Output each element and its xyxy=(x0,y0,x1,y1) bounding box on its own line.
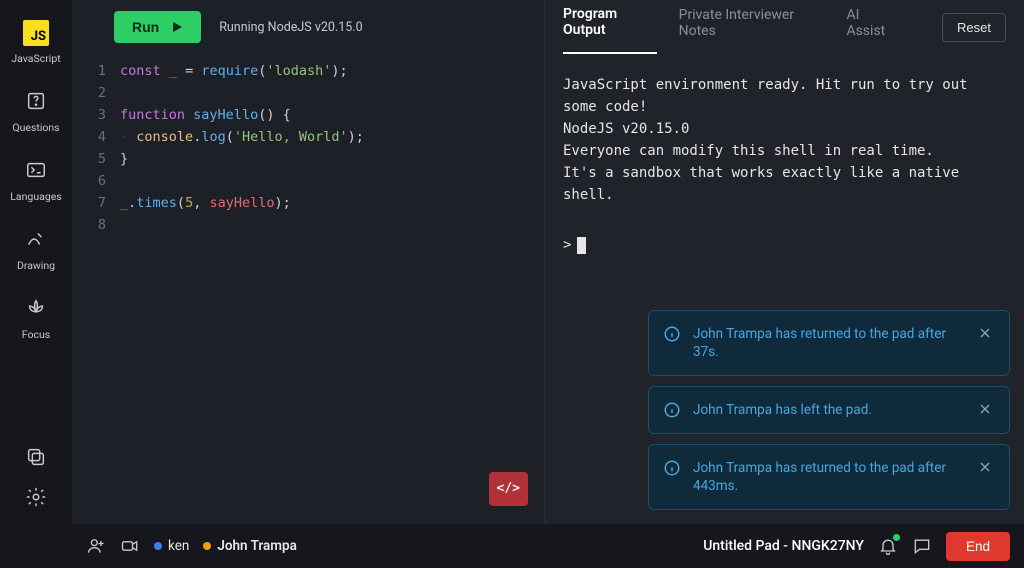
sidebar-label: Drawing xyxy=(17,259,55,272)
bottom-bar: ken John Trampa Untitled Pad - NNGK27NY E… xyxy=(72,524,1024,568)
presence-dot-icon xyxy=(154,542,162,550)
toast: John Trampa has left the pad. xyxy=(648,386,1010,434)
sidebar-lang-label: JavaScript xyxy=(11,52,60,65)
tab-ai-assist[interactable]: AI Assist xyxy=(846,1,898,53)
notification-dot-icon xyxy=(893,534,900,541)
toast-stack: John Trampa has returned to the pad afte… xyxy=(648,310,1010,510)
play-icon xyxy=(171,21,183,33)
camera-icon[interactable] xyxy=(120,536,140,556)
run-button[interactable]: Run xyxy=(114,11,201,43)
chat-icon[interactable] xyxy=(912,536,932,556)
sidebar-item-drawing[interactable]: Drawing xyxy=(0,219,72,278)
tab-interviewer-notes[interactable]: Private Interviewer Notes xyxy=(679,1,825,53)
info-icon xyxy=(663,401,681,419)
tab-program-output[interactable]: Program Output xyxy=(563,0,657,54)
invite-icon[interactable] xyxy=(86,536,106,556)
bell-icon[interactable] xyxy=(878,536,898,556)
terminal-icon xyxy=(22,156,50,184)
run-label: Run xyxy=(132,19,159,35)
runtime-text: Running NodeJS v20.15.0 xyxy=(219,20,362,35)
pad-title[interactable]: Untitled Pad - NNGK27NY xyxy=(703,538,864,554)
toast-message: John Trampa has returned to the pad afte… xyxy=(693,325,965,361)
cursor-icon xyxy=(577,237,586,254)
lotus-icon xyxy=(22,294,50,322)
sidebar-label: Languages xyxy=(10,190,61,203)
close-icon[interactable] xyxy=(977,325,995,343)
sidebar-label: Focus xyxy=(22,328,50,341)
toast-message: John Trampa has left the pad. xyxy=(693,401,965,419)
code-body[interactable]: const _ = require('lodash'); function sa… xyxy=(120,60,544,524)
console-output[interactable]: JavaScript environment ready. Hit run to… xyxy=(545,54,1024,276)
gear-icon[interactable] xyxy=(25,486,47,508)
code-badge-button[interactable]: </> xyxy=(489,472,528,506)
output-pane: Program Output Private Interviewer Notes… xyxy=(544,0,1024,524)
line-gutter: 12345678 xyxy=(72,60,120,524)
question-icon xyxy=(22,87,50,115)
participant-name: ken xyxy=(168,538,189,554)
info-icon xyxy=(663,459,681,477)
sidebar-item-language[interactable]: JS JavaScript xyxy=(0,14,72,71)
end-button[interactable]: End xyxy=(946,532,1010,561)
js-badge-icon: JS xyxy=(23,20,49,46)
sidebar-label: Questions xyxy=(12,121,59,134)
presence-dot-icon xyxy=(203,542,211,550)
code-editor[interactable]: 12345678 const _ = require('lodash'); fu… xyxy=(72,54,544,524)
prompt-symbol: > xyxy=(563,234,571,256)
participant[interactable]: ken xyxy=(154,538,189,554)
participant[interactable]: John Trampa xyxy=(203,538,297,554)
left-sidebar: JS JavaScript Questions Languages Drawin… xyxy=(0,0,72,568)
reset-button[interactable]: Reset xyxy=(942,13,1006,42)
toast: John Trampa has returned to the pad afte… xyxy=(648,444,1010,510)
close-icon[interactable] xyxy=(977,459,995,477)
copy-icon[interactable] xyxy=(25,446,47,468)
toast-message: John Trampa has returned to the pad afte… xyxy=(693,459,965,495)
close-icon[interactable] xyxy=(977,401,995,419)
participant-name: John Trampa xyxy=(217,538,297,554)
sidebar-item-languages[interactable]: Languages xyxy=(0,150,72,209)
info-icon xyxy=(663,325,681,343)
toast: John Trampa has returned to the pad afte… xyxy=(648,310,1010,376)
participants-list: ken John Trampa xyxy=(154,538,297,554)
pencil-icon xyxy=(22,225,50,253)
sidebar-item-questions[interactable]: Questions xyxy=(0,81,72,140)
editor-pane: Run Running NodeJS v20.15.0 12345678 con… xyxy=(72,0,544,524)
sidebar-item-focus[interactable]: Focus xyxy=(0,288,72,347)
